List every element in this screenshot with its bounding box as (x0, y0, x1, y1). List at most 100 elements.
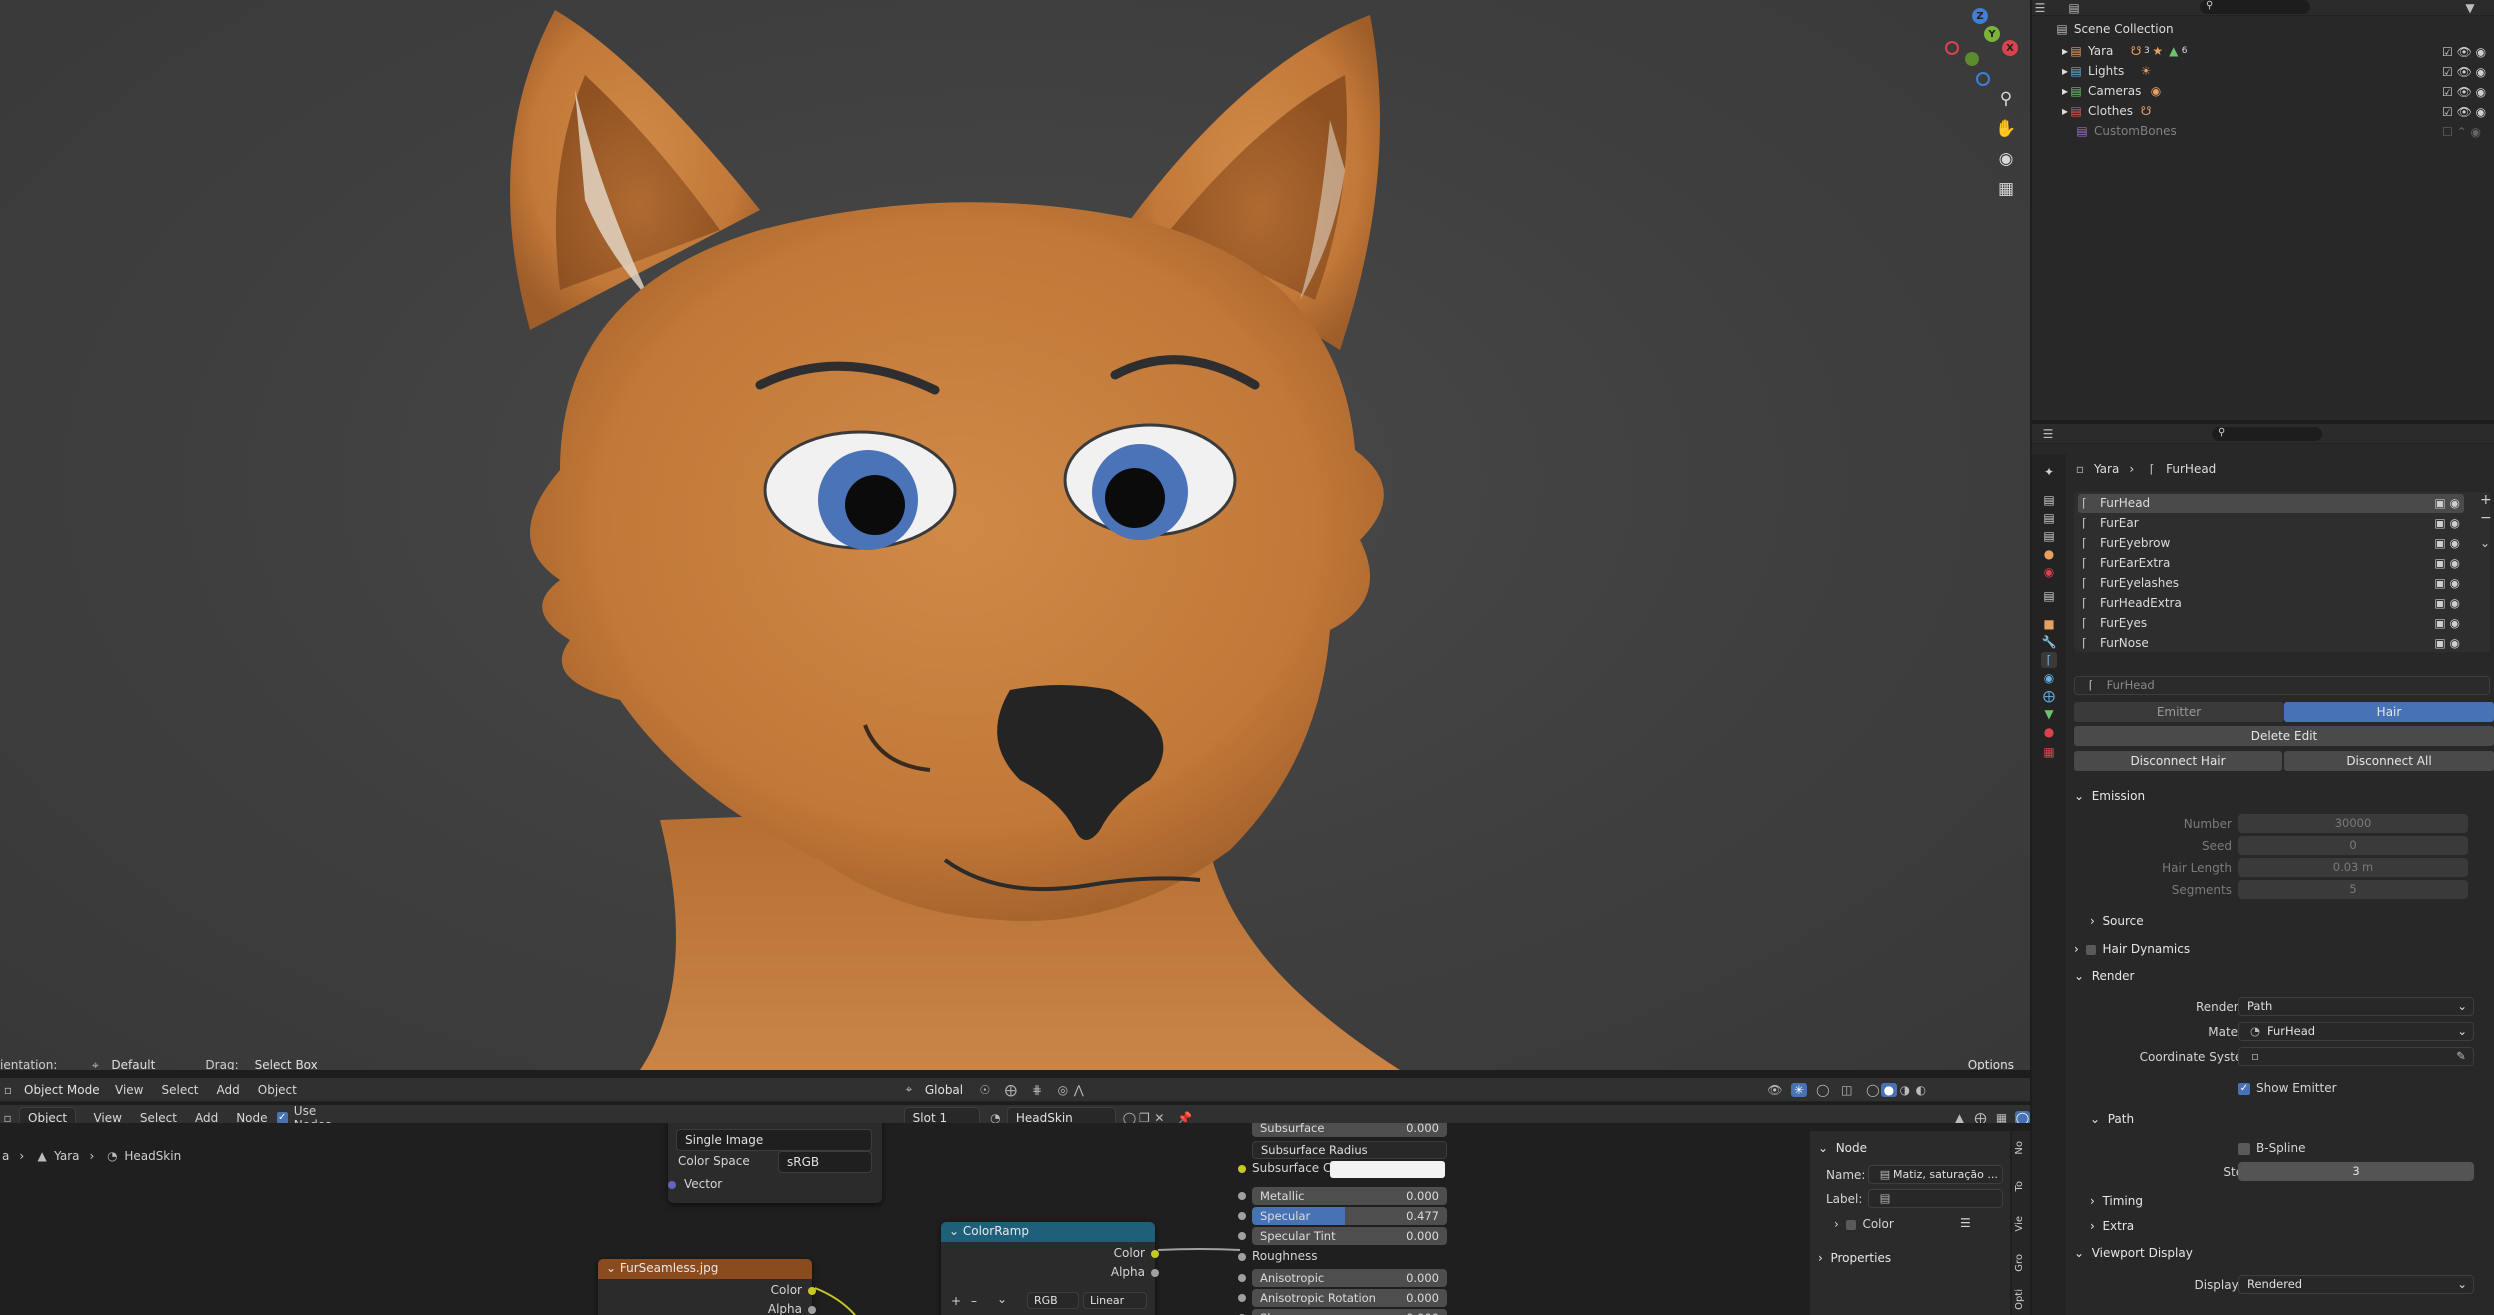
outliner-scene-collection[interactable]: ▤ Scene Collection (2054, 22, 2173, 36)
node-section-header[interactable]: ⌄ Node (1818, 1141, 1867, 1155)
properties-editor-icon[interactable]: ☰ (2040, 427, 2056, 441)
tool-tab-icon[interactable]: ✦ (2041, 464, 2057, 480)
particle-render-toggles[interactable]: ▣ ◉ (2434, 594, 2460, 613)
emission-field-value[interactable]: 30000 (2238, 814, 2468, 833)
sidebar-tab-group[interactable]: Gro (2014, 1254, 2025, 1272)
outliner-item-lights[interactable]: ▸ ▤ Lights ☀ (2062, 61, 2494, 80)
colorramp-remove-button[interactable]: – (971, 1294, 977, 1308)
material-tab-icon[interactable]: ● (2041, 724, 2057, 740)
shading-wireframe-icon[interactable]: ◯ (1865, 1083, 1881, 1097)
colorramp-mode-dropdown[interactable]: RGB (1027, 1292, 1079, 1309)
render-tab-icon[interactable]: ▤ (2041, 492, 2057, 508)
gizmo-toggle-icon[interactable]: ✳ (1790, 1082, 1807, 1097)
gizmo-x-axis[interactable]: X (2002, 40, 2018, 56)
furseamless-texture-node[interactable]: ⌄ FurSeamless.jpg Color Alpha (598, 1259, 816, 1315)
scene-tab-icon[interactable]: ● (2041, 546, 2057, 562)
bsdf-slider[interactable]: Specular 0.477 (1238, 1207, 1447, 1225)
shading-material-icon[interactable]: ◑ (1897, 1083, 1913, 1097)
node-color-toggle[interactable]: › Color (1834, 1217, 1894, 1231)
view-layer-tab-icon[interactable]: ▤ (2041, 528, 2057, 544)
particle-settings-field[interactable]: ⌈ FurHead (2074, 676, 2490, 695)
emission-field-value[interactable]: 0 (2238, 836, 2468, 855)
bsdf-slider[interactable]: Specular Tint 0.000 (1238, 1227, 1447, 1245)
particle-render-toggles[interactable]: ▣ ◉ (2434, 574, 2460, 593)
outliner-item-yara[interactable]: ▸ ▤ Yara ☋ 3 ★ ▲ 6 (2062, 41, 2494, 60)
gizmo-z-axis[interactable]: Z (1972, 8, 1988, 24)
snap-target-icon[interactable]: ⋕ (1029, 1083, 1045, 1097)
texture-node-header[interactable]: ⌄ FurSeamless.jpg (598, 1259, 812, 1279)
options-dropdown[interactable]: Options (1960, 1055, 2022, 1070)
particle-system-item[interactable]: ⌈ FurEyes ▣ ◉ (2078, 614, 2464, 633)
world-tab-icon[interactable]: ◉ (2041, 564, 2057, 580)
physics-tab-icon[interactable]: ◉ (2041, 670, 2057, 686)
visibility-icon[interactable]: 👁 (1767, 1083, 1783, 1097)
material-dropdown[interactable]: ◔ FurHead ⌄ (2238, 1022, 2474, 1041)
gizmo-y-axis[interactable]: Y (1984, 26, 2000, 42)
extra-subpanel[interactable]: › Extra (2090, 1219, 2134, 1233)
subsurface-field[interactable]: Subsurface 0.000 (1252, 1123, 1447, 1137)
orientation-dropdown[interactable]: Default (103, 1055, 193, 1070)
modifier-tab-icon[interactable]: 🔧 (2041, 634, 2057, 650)
node-properties-section[interactable]: › Properties (1818, 1251, 1891, 1265)
hair-dynamics-section[interactable]: › Hair Dynamics (2074, 942, 2190, 956)
list-add-icon[interactable]: + (2480, 492, 2492, 508)
particle-system-item[interactable]: ⌈ FurHeadExtra ▣ ◉ (2078, 594, 2464, 613)
sidebar-tab-node[interactable]: No (2014, 1141, 2025, 1155)
particle-render-toggles[interactable]: ▣ ◉ (2434, 514, 2460, 533)
projection-dropdown[interactable]: Single Image (676, 1129, 872, 1151)
colorramp-menu-icon[interactable]: ⌄ (997, 1292, 1007, 1306)
subsurface-method-dropdown[interactable]: Subsurface Radius (1252, 1141, 1447, 1159)
disconnect-hair-button[interactable]: Disconnect Hair (2074, 751, 2282, 771)
sidebar-tab-view[interactable]: Vie (2014, 1216, 2025, 1232)
particle-system-item[interactable]: ⌈ FurEarExtra ▣ ◉ (2078, 554, 2464, 573)
particle-render-toggles[interactable]: ▣ ◉ (2434, 494, 2460, 513)
particle-render-toggles[interactable]: ▣ ◉ (2434, 614, 2460, 633)
type-tab-emitter[interactable]: Emitter (2074, 702, 2284, 722)
colorramp-interp-dropdown[interactable]: Linear (1083, 1292, 1147, 1309)
path-subpanel[interactable]: ⌄ Path (2090, 1112, 2134, 1126)
particle-render-toggles[interactable]: ▣ ◉ (2434, 554, 2460, 573)
render-as-dropdown[interactable]: Path ⌄ (2238, 997, 2474, 1016)
viewport-menu-view[interactable]: View (106, 1083, 152, 1097)
particle-systems-list[interactable]: ⌈ FurHead ▣ ◉ ⌈ FurEar ▣ ◉ ⌈ FurEyebrow ▣ ◉ ⌈ FurE… (2074, 492, 2490, 652)
render-section[interactable]: ⌄ Render (2074, 969, 2134, 983)
outliner-item-clothes[interactable]: ▸ ▤ Clothes ☋ (2062, 101, 2494, 120)
gizmo-neg-x[interactable] (1945, 41, 1959, 55)
camera-view-icon[interactable]: ◉ (1992, 145, 2020, 173)
particle-system-item[interactable]: ⌈ FurNose ▣ ◉ (2078, 634, 2464, 653)
eyedropper-icon[interactable]: ✎ (2453, 1048, 2469, 1065)
pan-hand-icon[interactable]: ✋ (1992, 115, 2020, 143)
particles-tab-icon[interactable]: ⌈ (2041, 652, 2057, 668)
collection-tab-icon[interactable]: ▤ (2041, 588, 2057, 604)
viewport-menu-object[interactable]: Object (249, 1083, 306, 1097)
shading-solid-icon[interactable]: ● (1880, 1082, 1897, 1097)
emission-section[interactable]: ⌄ Emission (2074, 789, 2145, 803)
navigation-gizmo[interactable]: Z Y X (1940, 8, 2020, 88)
disconnect-all-button[interactable]: Disconnect All (2284, 751, 2494, 771)
display-as-dropdown[interactable]: Rendered ⌄ (2238, 1275, 2474, 1294)
use-nodes-checkbox[interactable]: ✓ (276, 1111, 288, 1124)
outliner-search-input[interactable]: ⚲ (2200, 0, 2310, 14)
steps-field[interactable]: 3 (2238, 1162, 2474, 1181)
show-emitter-checkbox[interactable]: ✓ Show Emitter (2238, 1081, 2337, 1095)
transform-orientation-dropdown[interactable]: Global (917, 1080, 977, 1100)
sidebar-tab-options[interactable]: Opti (2014, 1289, 2025, 1310)
particle-system-item[interactable]: ⌈ FurEyebrow ▣ ◉ (2078, 534, 2464, 553)
node-editor-canvas[interactable]: a › ▲ Yara › ◔ HeadSkin Single Image Col… (0, 1123, 2030, 1315)
principled-bsdf-node[interactable]: Subsurface 0.000 Subsurface Radius Subsur… (1238, 1123, 1448, 1315)
type-tab-hair[interactable]: Hair (2284, 702, 2494, 722)
coordinate-system-field[interactable]: ▫ ✎ (2238, 1047, 2474, 1066)
gizmo-neg-z[interactable] (1976, 72, 1990, 86)
viewport-display-section[interactable]: ⌄ Viewport Display (2074, 1246, 2193, 1260)
particle-render-toggles[interactable]: ▣ ◉ (2434, 534, 2460, 553)
pivot-point-icon[interactable]: ☉ (977, 1083, 993, 1097)
drag-dropdown[interactable]: Select Box (246, 1055, 318, 1070)
object-tab-icon[interactable]: ■ (2041, 616, 2057, 632)
proportional-edit-icon[interactable]: ◎ (1055, 1083, 1071, 1097)
emission-field-value[interactable]: 5 (2238, 880, 2468, 899)
outliner-visibility-toggles[interactable]: ☑ 👁 ◉ ☑ 👁 ◉ ☑ 👁 ◉ ☑ 👁 ◉ ☐ ⌃ ◉ (2442, 42, 2494, 142)
color-space-dropdown[interactable]: sRGB (778, 1151, 872, 1173)
outliner-item-custombones[interactable]: ▤ CustomBones (2074, 121, 2494, 140)
outliner-editor-icon[interactable]: ☰ (2032, 1, 2048, 15)
image-texture-node-upper[interactable]: Single Image Color Space sRGB Vector (668, 1123, 882, 1203)
